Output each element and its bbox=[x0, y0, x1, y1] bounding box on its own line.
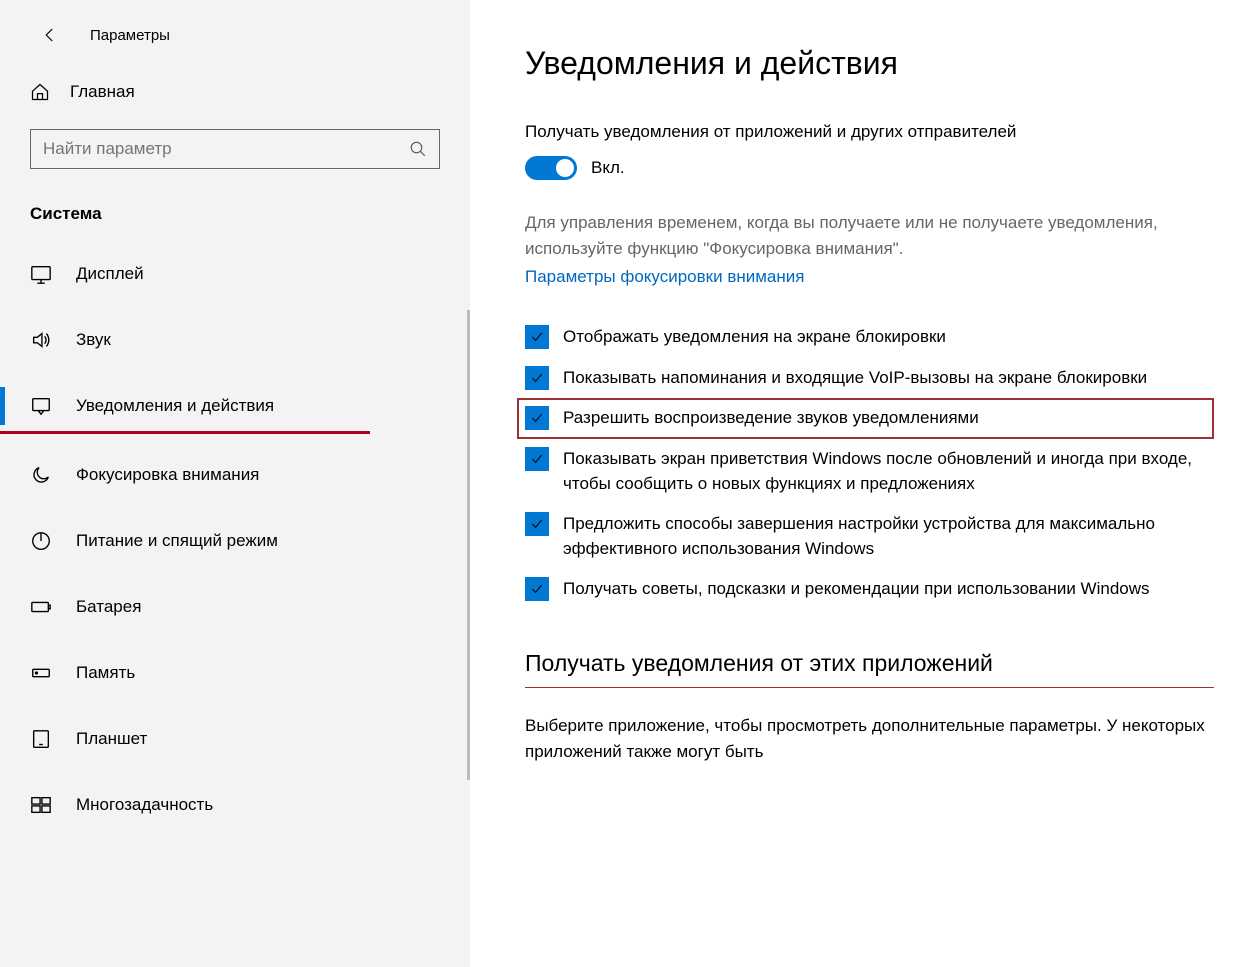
notifications-toggle-label: Получать уведомления от приложений и дру… bbox=[525, 122, 1214, 142]
notifications-icon bbox=[30, 395, 52, 417]
sidebar-item-notifications[interactable]: Уведомления и действия bbox=[0, 381, 370, 434]
checkbox-welcome-screen: Показывать экран приветствия Windows пос… bbox=[525, 439, 1214, 504]
checkbox-lockscreen-notifications: Отображать уведомления на экране блокиро… bbox=[525, 317, 1214, 358]
checkbox-label: Показывать экран приветствия Windows пос… bbox=[563, 447, 1214, 496]
tablet-icon bbox=[30, 728, 52, 750]
main-content: Уведомления и действия Получать уведомле… bbox=[470, 0, 1259, 967]
checkbox-tips-tricks: Получать советы, подсказки и рекомендаци… bbox=[525, 569, 1214, 610]
power-icon bbox=[30, 530, 52, 552]
arrow-left-icon bbox=[41, 26, 59, 44]
search-box[interactable] bbox=[30, 129, 440, 169]
home-label: Главная bbox=[70, 82, 135, 102]
checkbox[interactable] bbox=[525, 366, 549, 390]
apps-section-heading: Получать уведомления от этих приложений bbox=[525, 650, 1214, 688]
sidebar-item-label: Многозадачность bbox=[76, 795, 213, 815]
sidebar-item-sound[interactable]: Звук bbox=[0, 315, 470, 365]
sidebar-item-label: Планшет bbox=[76, 729, 147, 749]
sidebar-item-label: Уведомления и действия bbox=[76, 396, 274, 416]
checkbox[interactable] bbox=[525, 325, 549, 349]
back-button[interactable] bbox=[30, 15, 70, 55]
checkbox[interactable] bbox=[525, 577, 549, 601]
sidebar-item-tablet[interactable]: Планшет bbox=[0, 714, 470, 764]
app-title: Параметры bbox=[90, 27, 170, 44]
apps-section-description: Выберите приложение, чтобы просмотреть д… bbox=[525, 713, 1214, 764]
checkbox-label: Получать советы, подсказки и рекомендаци… bbox=[563, 577, 1150, 602]
checkbox-voip-reminders: Показывать напоминания и входящие VoIP-в… bbox=[525, 358, 1214, 399]
toggle-state-text: Вкл. bbox=[591, 158, 625, 178]
search-input[interactable] bbox=[43, 139, 409, 159]
checkbox-label: Показывать напоминания и входящие VoIP-в… bbox=[563, 366, 1147, 391]
sound-icon bbox=[30, 329, 52, 351]
display-icon bbox=[30, 263, 52, 285]
checkbox-notification-sounds: Разрешить воспроизведение звуков уведомл… bbox=[517, 398, 1214, 439]
sidebar: Параметры Главная Система Дисплей Звук У… bbox=[0, 0, 470, 967]
storage-icon bbox=[30, 662, 52, 684]
sidebar-item-label: Батарея bbox=[76, 597, 141, 617]
sidebar-item-battery[interactable]: Батарея bbox=[0, 582, 470, 632]
checkbox-label: Отображать уведомления на экране блокиро… bbox=[563, 325, 946, 350]
scrollbar[interactable] bbox=[467, 310, 470, 780]
multitasking-icon bbox=[30, 794, 52, 816]
sidebar-item-display[interactable]: Дисплей bbox=[0, 249, 470, 299]
sidebar-item-label: Дисплей bbox=[76, 264, 144, 284]
checkbox[interactable] bbox=[525, 512, 549, 536]
checkbox[interactable] bbox=[525, 447, 549, 471]
checkbox[interactable] bbox=[525, 406, 549, 430]
notifications-toggle-row: Вкл. bbox=[525, 156, 1214, 180]
sidebar-item-label: Память bbox=[76, 663, 135, 683]
battery-icon bbox=[30, 596, 52, 618]
sidebar-item-multitasking[interactable]: Многозадачность bbox=[0, 780, 470, 830]
sidebar-section-title: Система bbox=[0, 194, 470, 249]
focus-description: Для управления временем, когда вы получа… bbox=[525, 210, 1214, 261]
sidebar-header: Параметры bbox=[0, 0, 470, 70]
search-icon bbox=[409, 140, 427, 158]
sidebar-item-home[interactable]: Главная bbox=[0, 70, 470, 114]
checkbox-setup-suggestions: Предложить способы завершения настройки … bbox=[525, 504, 1214, 569]
sidebar-item-power[interactable]: Питание и спящий режим bbox=[0, 516, 470, 566]
moon-icon bbox=[30, 464, 52, 486]
sidebar-item-focus[interactable]: Фокусировка внимания bbox=[0, 450, 470, 500]
checkbox-list: Отображать уведомления на экране блокиро… bbox=[525, 317, 1214, 610]
notifications-toggle[interactable] bbox=[525, 156, 577, 180]
sidebar-item-storage[interactable]: Память bbox=[0, 648, 470, 698]
home-icon bbox=[30, 82, 50, 102]
checkbox-label: Разрешить воспроизведение звуков уведомл… bbox=[563, 406, 979, 431]
sidebar-item-label: Питание и спящий режим bbox=[76, 531, 278, 551]
checkbox-label: Предложить способы завершения настройки … bbox=[563, 512, 1214, 561]
page-title: Уведомления и действия bbox=[525, 45, 1214, 82]
nav-list: Дисплей Звук Уведомления и действия Фоку… bbox=[0, 249, 470, 830]
sidebar-item-label: Звук bbox=[76, 330, 111, 350]
sidebar-item-label: Фокусировка внимания bbox=[76, 465, 259, 485]
focus-assist-link[interactable]: Параметры фокусировки внимания bbox=[525, 267, 804, 287]
